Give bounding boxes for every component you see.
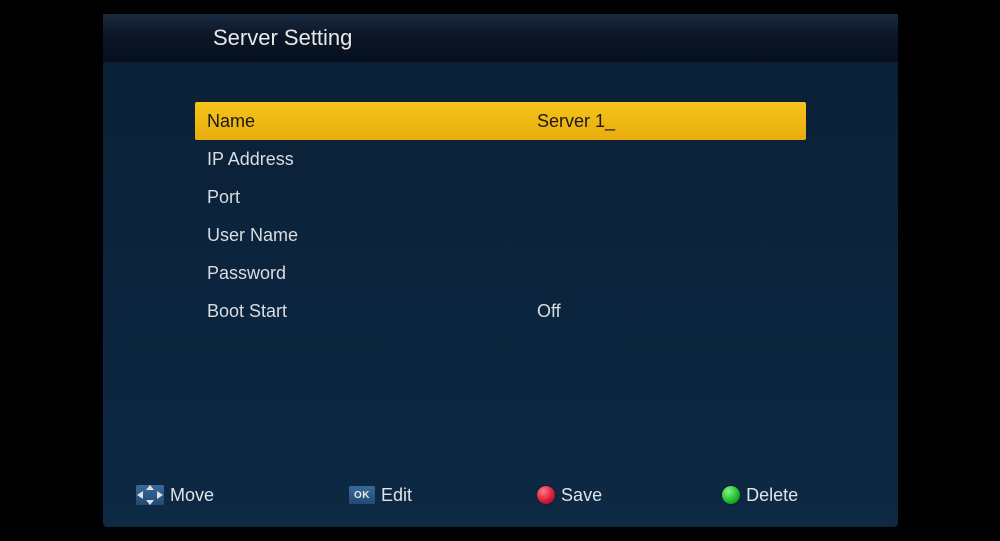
row-port-label: Port [207, 187, 537, 208]
page-title: Server Setting [213, 25, 352, 51]
row-password-label: Password [207, 263, 537, 284]
hint-move-label: Move [170, 485, 214, 506]
row-boot-value: Off [537, 301, 561, 322]
row-name-label: Name [207, 111, 537, 132]
titlebar: Server Setting [103, 14, 898, 62]
row-ip-address[interactable]: IP Address [195, 140, 806, 178]
red-button-icon [537, 486, 555, 504]
hint-delete-label: Delete [746, 485, 798, 506]
green-button-icon [722, 486, 740, 504]
hint-delete: Delete [722, 485, 798, 506]
footer-hints: Move OK Edit Save Delete [128, 475, 873, 515]
row-user-name[interactable]: User Name [195, 216, 806, 254]
row-password[interactable]: Password [195, 254, 806, 292]
row-port[interactable]: Port [195, 178, 806, 216]
row-boot-label: Boot Start [207, 301, 537, 322]
server-setting-window: Server Setting Name Server 1_ IP Address… [103, 14, 898, 527]
hint-save-label: Save [561, 485, 602, 506]
ok-button-icon: OK [349, 486, 375, 504]
hint-edit-label: Edit [381, 485, 412, 506]
hint-save: Save [537, 485, 602, 506]
row-name-value: Server 1_ [537, 111, 615, 132]
row-user-label: User Name [207, 225, 537, 246]
dpad-icon [136, 485, 164, 505]
row-name[interactable]: Name Server 1_ [195, 102, 806, 140]
settings-list: Name Server 1_ IP Address Port User Name… [103, 62, 898, 330]
hint-move: Move [136, 485, 214, 506]
row-ip-label: IP Address [207, 149, 537, 170]
hint-edit: OK Edit [349, 485, 412, 506]
row-boot-start[interactable]: Boot Start Off [195, 292, 806, 330]
